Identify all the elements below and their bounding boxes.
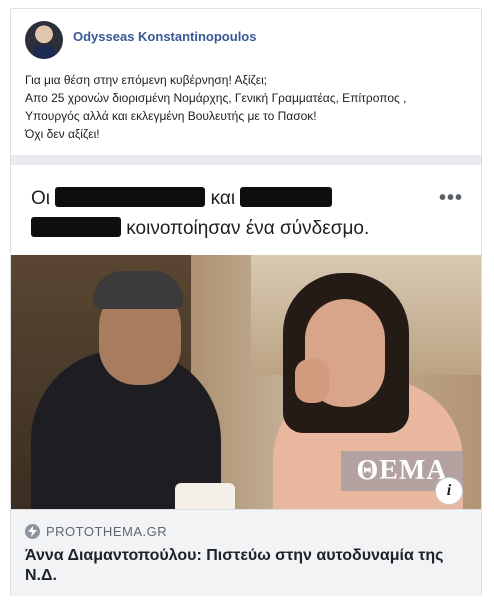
shared-line-1: Οι και	[31, 187, 333, 210]
post-text: Για μια θέση στην επόμενη κυβέρνηση! Αξί…	[25, 71, 475, 143]
post-line: Υπουργός αλλά και εκλεγμένη Βουλευτής με…	[25, 109, 317, 123]
post-card: Odysseas Konstantinopoulos Για μια θέση …	[10, 8, 482, 596]
info-label: i	[446, 482, 452, 499]
author-name[interactable]: Odysseas Konstantinopoulos	[73, 29, 256, 44]
more-dots-icon[interactable]: •••	[439, 187, 463, 210]
avatar[interactable]	[25, 21, 63, 59]
link-preview[interactable]: PROTOTHEMA.GR Άννα Διαμαντοπούλου: Πιστε…	[11, 509, 481, 596]
shared-post-header: Οι και κοινοποίησαν ένα σύνδεσμο. •••	[11, 165, 481, 256]
logo-text: ΘΕΜΑ	[356, 455, 448, 486]
shared-conjunction: και	[210, 188, 236, 209]
redacted-name-2	[240, 187, 333, 207]
shared-prefix: Οι	[31, 188, 50, 209]
info-icon[interactable]: i	[435, 477, 463, 505]
domain-row: PROTOTHEMA.GR	[25, 524, 167, 539]
divider	[11, 155, 481, 165]
bolt-icon	[25, 524, 40, 539]
redacted-name-3	[31, 217, 121, 237]
link-domain: PROTOTHEMA.GR	[46, 524, 168, 539]
person-hair-shape	[93, 271, 183, 309]
shared-suffix: κοινοποίησαν ένα σύνδεσμο.	[126, 218, 370, 239]
shared-line-2: κοινοποίησαν ένα σύνδεσμο.	[31, 217, 369, 240]
hand-shape	[295, 359, 329, 403]
link-image[interactable]: ΘΕΜΑ i	[11, 255, 481, 509]
post-line: Για μια θέση στην επόμενη κυβέρνηση! Αξί…	[25, 73, 268, 87]
link-headline[interactable]: Άννα Διαμαντοπούλου: Πιστεύω στην αυτοδυ…	[25, 546, 465, 586]
post-line: Όχι δεν αξίζει!	[25, 127, 100, 141]
cup-shape	[175, 483, 235, 509]
post-line: Απο 25 χρονών διορισμένη Νομάρχης, Γενικ…	[25, 91, 407, 105]
redacted-name-1	[55, 187, 206, 207]
